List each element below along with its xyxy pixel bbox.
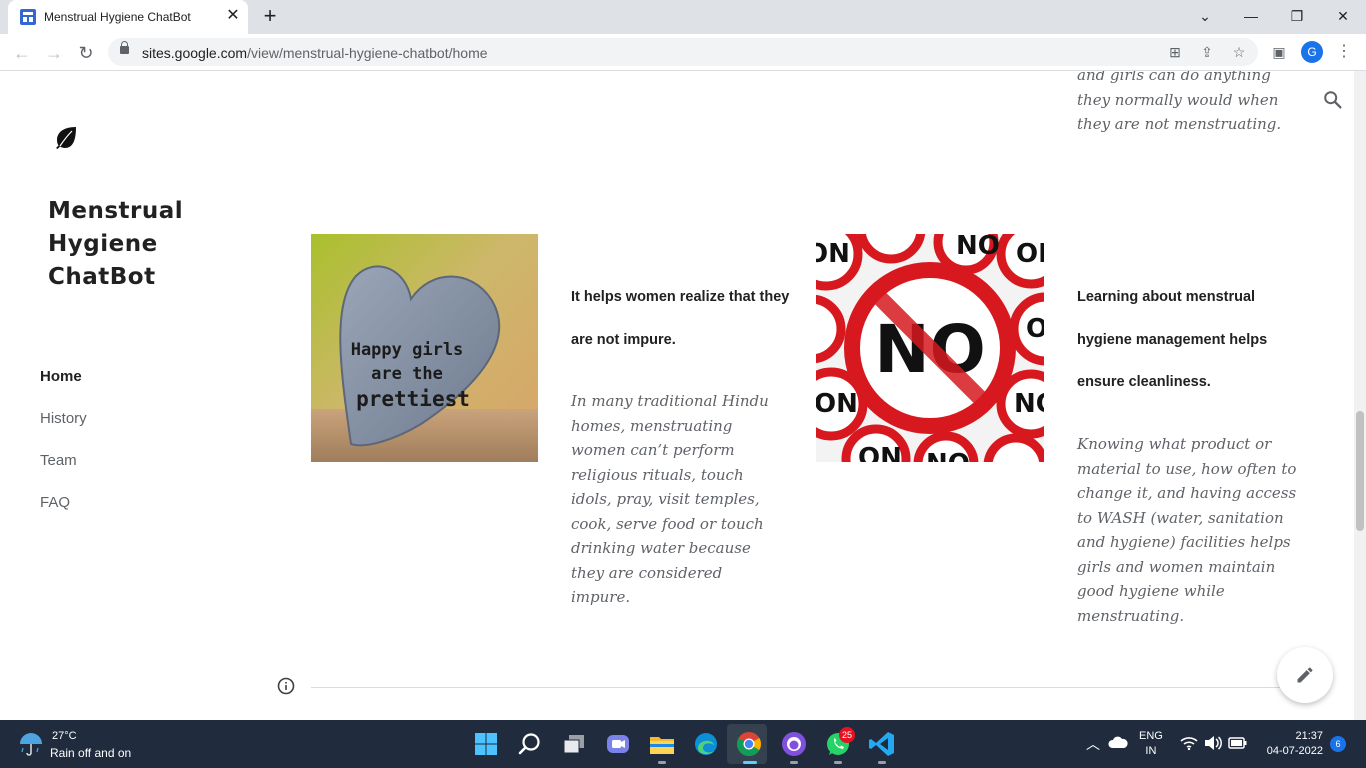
previous-section-text: and girls can do anything they normally … xyxy=(1077,71,1282,133)
explorer-running-indicator xyxy=(658,761,666,764)
bookmark-star-icon[interactable]: ☆ xyxy=(1229,42,1249,62)
no-sign-image: ON NO ON O ON NO ON NO NO xyxy=(816,234,1044,462)
translate-icon[interactable]: ⊞ xyxy=(1165,42,1185,62)
window-restore-button[interactable]: ❐ xyxy=(1283,4,1311,28)
nav-item-team[interactable]: Team xyxy=(40,451,87,493)
onedrive-cloud-icon[interactable] xyxy=(1108,735,1128,749)
pencil-icon xyxy=(1297,667,1313,683)
github-desktop-icon[interactable] xyxy=(780,730,808,758)
page-viewport: and girls can do anything they normally … xyxy=(0,71,1366,720)
clock-time: 21:37 xyxy=(1295,730,1323,742)
battery-charging-icon[interactable] xyxy=(1228,736,1248,750)
browser-tab-strip: Menstrual Hygiene ChatBot ✕ + ⌄ — ❐ ✕ xyxy=(0,0,1366,34)
edit-button[interactable] xyxy=(1277,647,1333,703)
svg-text:ON: ON xyxy=(858,443,902,462)
nav-item-faq[interactable]: FAQ xyxy=(40,493,87,535)
forward-arrow-icon[interactable]: → xyxy=(41,40,67,66)
lock-icon[interactable] xyxy=(120,41,129,54)
taskbar-search-icon[interactable] xyxy=(516,730,544,758)
url-text[interactable]: sites.google.com/view/menstrual-hygiene-… xyxy=(142,45,488,61)
footer-divider xyxy=(311,687,1309,688)
info-icon[interactable] xyxy=(277,677,295,695)
system-clock[interactable]: 21:37 04-07-2022 xyxy=(1259,729,1323,759)
umbrella-rain-icon[interactable] xyxy=(18,731,44,757)
browser-toolbar: ← → ↻ sites.google.com/view/menstrual-hy… xyxy=(0,34,1366,71)
profile-avatar[interactable]: G xyxy=(1301,41,1323,63)
chrome-icon[interactable] xyxy=(735,730,763,758)
google-sites-favicon-icon xyxy=(20,9,36,25)
file-explorer-icon[interactable] xyxy=(648,730,676,758)
windows-start-icon[interactable] xyxy=(472,730,500,758)
svg-text:ON: ON xyxy=(816,239,850,269)
heart-image-line-3: prettiest xyxy=(356,387,470,411)
svg-text:NO: NO xyxy=(1014,389,1044,419)
whatsapp-running-indicator xyxy=(834,761,842,764)
site-title[interactable]: Menstrual Hygiene ChatBot xyxy=(48,195,228,294)
svg-text:ON: ON xyxy=(816,389,858,419)
url-path: /view/menstrual-hygiene-chatbot/home xyxy=(247,45,488,61)
weather-temperature[interactable]: 27°C xyxy=(52,730,77,742)
language-indicator[interactable]: ENG IN xyxy=(1139,729,1163,759)
github-running-indicator xyxy=(790,761,798,764)
windows-taskbar: 27°C Rain off and on 25 ︿ ENG IN 21:37 0… xyxy=(0,720,1366,768)
wifi-icon[interactable] xyxy=(1180,736,1198,750)
svg-text:O: O xyxy=(1026,314,1044,344)
section-heading-impure: It helps women realize that they are not… xyxy=(571,289,790,348)
address-bar[interactable]: sites.google.com/view/menstrual-hygiene-… xyxy=(108,38,1258,66)
heart-image-line-1: Happy girls xyxy=(351,340,464,360)
side-panel-icon[interactable]: ▣ xyxy=(1269,42,1289,62)
language-region: IN xyxy=(1145,745,1157,757)
browser-tab[interactable]: Menstrual Hygiene ChatBot ✕ xyxy=(8,0,248,34)
window-close-button[interactable]: ✕ xyxy=(1329,4,1357,28)
svg-text:NO: NO xyxy=(956,234,1000,261)
svg-text:ON: ON xyxy=(1016,239,1044,269)
vscode-running-indicator xyxy=(878,761,886,764)
clock-date: 04-07-2022 xyxy=(1266,745,1323,757)
section-body-impure: In many traditional Hindu homes, menstru… xyxy=(571,392,769,606)
nav-item-history[interactable]: History xyxy=(40,409,87,451)
edge-icon[interactable] xyxy=(692,730,720,758)
language-code: ENG xyxy=(1139,730,1163,742)
chrome-running-indicator xyxy=(743,761,757,764)
weather-description[interactable]: Rain off and on xyxy=(50,746,131,760)
new-tab-button[interactable]: + xyxy=(258,5,282,29)
task-view-icon[interactable] xyxy=(560,730,588,758)
back-arrow-icon[interactable]: ← xyxy=(9,40,35,66)
url-host: sites.google.com xyxy=(142,45,248,61)
chrome-menu-icon[interactable]: ⋮ xyxy=(1336,41,1352,63)
search-icon[interactable] xyxy=(1322,89,1344,111)
tab-title: Menstrual Hygiene ChatBot xyxy=(44,10,191,24)
share-icon[interactable]: ⇪ xyxy=(1197,42,1217,62)
leaf-icon[interactable] xyxy=(54,125,78,149)
chevron-up-icon[interactable]: ︿ xyxy=(1086,734,1100,754)
section-body-cleanliness: Knowing what product or material to use,… xyxy=(1077,435,1297,625)
teams-chat-icon[interactable] xyxy=(604,730,632,758)
window-minimize-button[interactable]: — xyxy=(1237,4,1265,28)
svg-text:NO: NO xyxy=(926,449,970,462)
tab-search-icon[interactable]: ⌄ xyxy=(1191,4,1219,28)
site-navigation: Home History Team FAQ xyxy=(40,367,87,535)
happy-girls-heart-image: Happy girls are the prettiest xyxy=(311,234,538,462)
vscode-icon[interactable] xyxy=(868,730,896,758)
volume-icon[interactable] xyxy=(1204,735,1222,751)
scrollbar-thumb[interactable] xyxy=(1356,411,1364,531)
heart-image-line-2: are the xyxy=(371,364,443,384)
notification-badge[interactable]: 6 xyxy=(1330,736,1346,752)
tab-close-icon[interactable]: ✕ xyxy=(224,7,242,25)
reload-icon[interactable]: ↻ xyxy=(73,40,99,66)
whatsapp-unread-badge: 25 xyxy=(839,727,855,743)
section-heading-cleanliness: Learning about menstrual hygiene managem… xyxy=(1077,289,1268,390)
nav-item-home[interactable]: Home xyxy=(40,367,87,409)
page-scrollbar[interactable] xyxy=(1354,71,1366,720)
